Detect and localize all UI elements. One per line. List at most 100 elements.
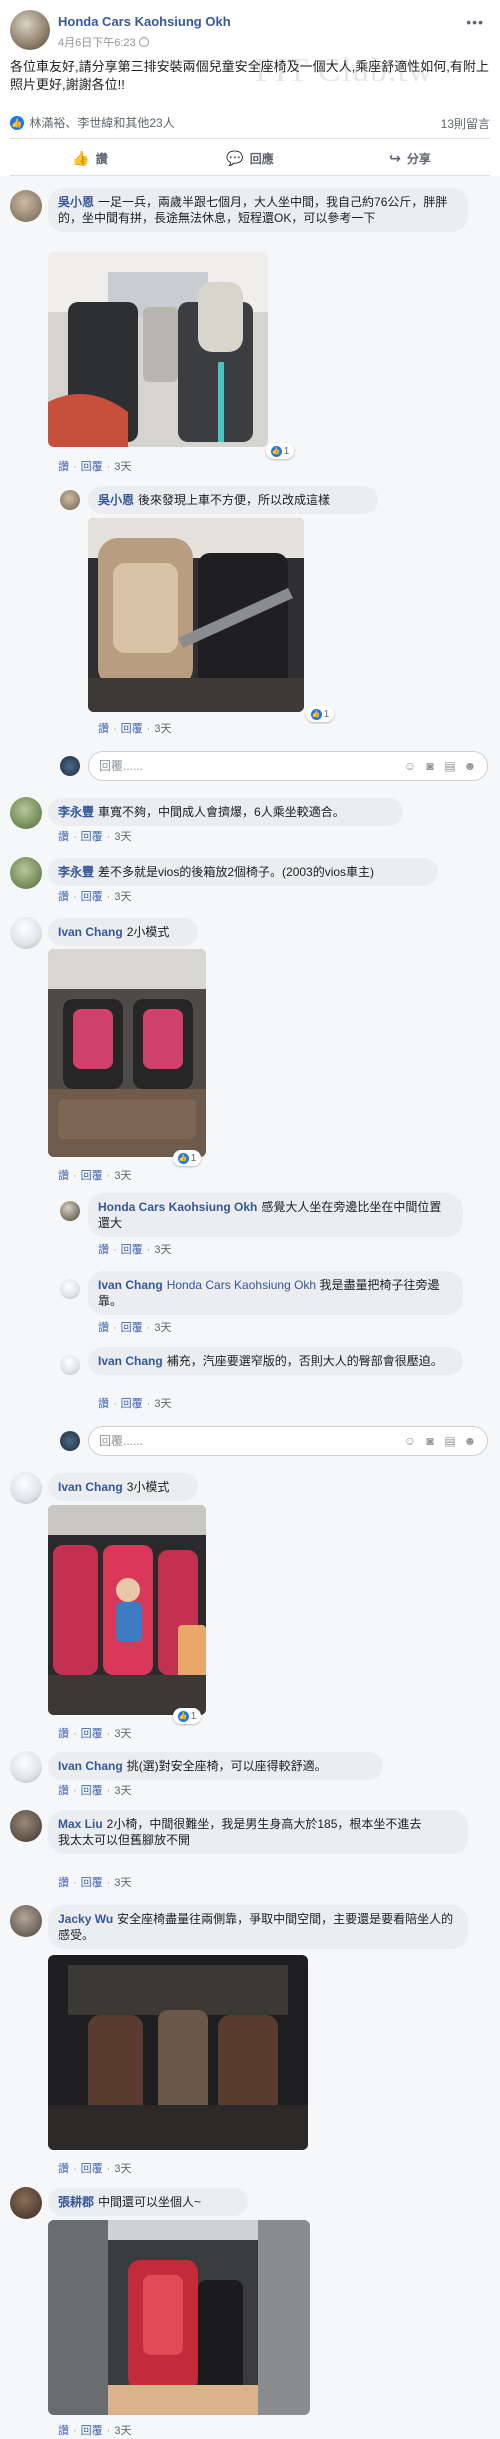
comment-photo[interactable]: [48, 1505, 206, 1715]
avatar[interactable]: [10, 857, 42, 889]
like-link[interactable]: 讚: [58, 1728, 69, 1740]
reply-link[interactable]: 回覆: [81, 1877, 103, 1889]
comment-author[interactable]: Honda Cars Kaohsiung Okh: [98, 1200, 257, 1214]
tagged-page[interactable]: Honda Cars Kaohsiung Okh: [167, 1278, 316, 1292]
like-link[interactable]: 讚: [58, 1877, 69, 1889]
comment-author[interactable]: 李永豐: [58, 805, 94, 819]
comment-photo[interactable]: [48, 252, 268, 447]
gif-icon[interactable]: ▤: [443, 1434, 457, 1448]
comment-time[interactable]: 3天: [114, 1877, 131, 1889]
reply-link[interactable]: 回覆: [81, 891, 103, 903]
comment-time[interactable]: 3天: [114, 1170, 131, 1182]
like-link[interactable]: 讚: [98, 1398, 109, 1410]
comment-time[interactable]: 3天: [114, 461, 131, 473]
avatar[interactable]: [10, 917, 42, 949]
comment-time[interactable]: 3天: [114, 831, 131, 843]
reply-link[interactable]: 回覆: [121, 1322, 143, 1334]
comment-author[interactable]: 吳小恩: [58, 195, 94, 209]
reactions-bar[interactable]: 👍 林滿裕、李世緯和其他23人 13則留言: [10, 114, 490, 132]
sticker-icon[interactable]: ☻: [463, 1434, 477, 1448]
comment-author[interactable]: Ivan Chang: [58, 1480, 123, 1494]
post-time[interactable]: 4月6日下午6:23: [58, 34, 149, 50]
share-button[interactable]: ↪ 分享: [330, 142, 490, 174]
comment-text: 中間還可以坐個人~: [98, 2195, 202, 2209]
avatar[interactable]: [10, 1810, 42, 1842]
reply-box[interactable]: ☺ ◙ ▤ ☻: [88, 1426, 488, 1456]
avatar[interactable]: [60, 1201, 80, 1221]
comment-photo[interactable]: [48, 1955, 308, 2150]
reply-link[interactable]: 回覆: [81, 1728, 103, 1740]
reply-input[interactable]: [99, 1434, 403, 1448]
like-link[interactable]: 讚: [98, 723, 109, 735]
emoji-icon[interactable]: ☺: [403, 1434, 417, 1448]
comment-author[interactable]: Ivan Chang: [58, 1759, 123, 1773]
reply-link[interactable]: 回覆: [81, 1170, 103, 1182]
comment-time[interactable]: 3天: [154, 723, 171, 735]
gif-icon[interactable]: ▤: [443, 759, 457, 773]
comment-author[interactable]: Ivan Chang: [58, 925, 123, 939]
comment-count[interactable]: 13則留言: [441, 115, 490, 132]
avatar[interactable]: [10, 190, 42, 222]
comment-author[interactable]: 吳小恩: [98, 493, 134, 507]
comment-photo[interactable]: [48, 949, 206, 1157]
more-icon[interactable]: •••: [466, 14, 484, 30]
comment-like-count[interactable]: 👍 1: [173, 1150, 201, 1166]
comment-photo[interactable]: [88, 518, 304, 712]
like-link[interactable]: 讚: [58, 1170, 69, 1182]
avatar[interactable]: [60, 1355, 80, 1375]
reactions-names[interactable]: 林滿裕、李世緯和其他23人: [29, 116, 174, 130]
avatar[interactable]: [10, 1905, 42, 1937]
avatar[interactable]: [10, 1751, 42, 1783]
comment-author[interactable]: Ivan Chang: [98, 1354, 163, 1368]
comment-time[interactable]: 3天: [154, 1244, 171, 1256]
comment-time[interactable]: 3天: [114, 2163, 131, 2175]
comment-time[interactable]: 3天: [114, 1785, 131, 1797]
comment-time[interactable]: 3天: [114, 1728, 131, 1740]
comment-like-count[interactable]: 👍 1: [266, 443, 294, 459]
avatar[interactable]: [60, 1279, 80, 1299]
avatar[interactable]: [10, 2187, 42, 2219]
avatar[interactable]: [60, 490, 80, 510]
like-link[interactable]: 讚: [58, 831, 69, 843]
reply-link[interactable]: 回覆: [81, 461, 103, 473]
page-avatar[interactable]: [10, 10, 50, 50]
like-button[interactable]: 👍 讚: [10, 142, 170, 174]
avatar[interactable]: [10, 797, 42, 829]
comment-button[interactable]: 💬 回應: [170, 142, 330, 174]
post-author[interactable]: Honda Cars Kaohsiung Okh: [58, 14, 231, 29]
comment-icon: 💬: [226, 149, 244, 166]
comment-author[interactable]: 李永豐: [58, 865, 94, 879]
reply-link[interactable]: 回覆: [81, 2425, 103, 2437]
comment-author[interactable]: Ivan Chang: [98, 1278, 163, 1292]
comment-time[interactable]: 3天: [114, 2425, 131, 2437]
like-link[interactable]: 讚: [98, 1244, 109, 1256]
comment-time[interactable]: 3天: [154, 1322, 171, 1334]
like-link[interactable]: 讚: [58, 1785, 69, 1797]
reply-link[interactable]: 回覆: [121, 723, 143, 735]
comment-time[interactable]: 3天: [154, 1398, 171, 1410]
comment-photo[interactable]: [48, 2220, 310, 2415]
comment-author[interactable]: Max Liu: [58, 1817, 103, 1831]
reply-link[interactable]: 回覆: [121, 1244, 143, 1256]
camera-icon[interactable]: ◙: [423, 759, 437, 773]
reply-link[interactable]: 回覆: [81, 831, 103, 843]
reply-link[interactable]: 回覆: [81, 2163, 103, 2175]
emoji-icon[interactable]: ☺: [403, 759, 417, 773]
reply-input[interactable]: [99, 759, 403, 773]
comment-like-count[interactable]: 👍 1: [173, 1708, 201, 1724]
sticker-icon[interactable]: ☻: [463, 759, 477, 773]
like-link[interactable]: 讚: [58, 2425, 69, 2437]
reply-link[interactable]: 回覆: [81, 1785, 103, 1797]
comment-like-count[interactable]: 👍 1: [306, 706, 334, 722]
like-link[interactable]: 讚: [58, 461, 69, 473]
like-link[interactable]: 讚: [58, 2163, 69, 2175]
like-link[interactable]: 讚: [98, 1322, 109, 1334]
like-link[interactable]: 讚: [58, 891, 69, 903]
reply-link[interactable]: 回覆: [121, 1398, 143, 1410]
camera-icon[interactable]: ◙: [423, 1434, 437, 1448]
reply-box[interactable]: ☺ ◙ ▤ ☻: [88, 751, 488, 781]
avatar[interactable]: [10, 1472, 42, 1504]
comment-author[interactable]: Jacky Wu: [58, 1912, 113, 1926]
comment-author[interactable]: 張耕郡: [58, 2195, 94, 2209]
comment-time[interactable]: 3天: [114, 891, 131, 903]
